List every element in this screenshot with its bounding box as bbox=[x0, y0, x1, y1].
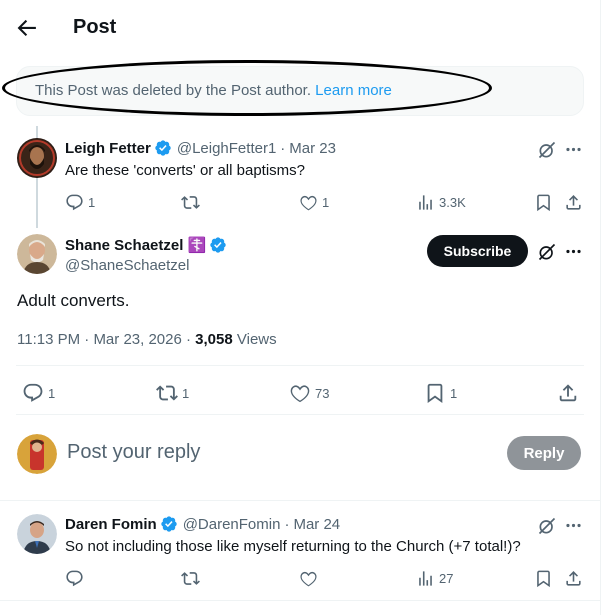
annotation-ellipse bbox=[2, 60, 492, 116]
author-name[interactable]: Leigh Fetter bbox=[65, 140, 151, 157]
verified-badge-icon bbox=[209, 236, 227, 254]
avatar bbox=[17, 434, 57, 474]
like-icon bbox=[299, 193, 318, 212]
verified-badge-icon bbox=[160, 515, 178, 533]
divider bbox=[0, 600, 600, 601]
post-text: So not including those like myself retur… bbox=[65, 538, 521, 555]
share-button[interactable] bbox=[564, 193, 583, 212]
repost-icon bbox=[181, 569, 200, 588]
author-handle[interactable]: @LeighFetter1 bbox=[177, 140, 276, 157]
column-border bbox=[600, 0, 601, 615]
author-handle[interactable]: @ShaneSchaetzel bbox=[65, 257, 189, 274]
reply-count: 1 bbox=[48, 385, 56, 401]
share-icon bbox=[557, 382, 579, 404]
reply-input[interactable]: Post your reply bbox=[67, 441, 200, 464]
main-post-text: Adult converts. bbox=[17, 291, 130, 310]
repost-icon bbox=[181, 193, 200, 212]
repost-button[interactable] bbox=[181, 569, 200, 588]
like-count: 1 bbox=[322, 195, 330, 210]
repost-icon bbox=[156, 382, 178, 404]
repost-button[interactable]: 1 bbox=[156, 382, 189, 404]
more-icon[interactable] bbox=[564, 140, 583, 159]
header: Post bbox=[0, 0, 600, 57]
page-title: Post bbox=[73, 16, 117, 38]
bookmark-icon bbox=[424, 382, 446, 404]
bookmark-count: 1 bbox=[450, 385, 458, 401]
views-count: 3,058 bbox=[195, 331, 233, 348]
subscribe-button[interactable]: Subscribe bbox=[427, 235, 528, 267]
main-post-header: Shane Schaetzel ☦️ bbox=[65, 236, 227, 254]
like-count: 73 bbox=[315, 385, 330, 401]
author-handle[interactable]: @DarenFomin bbox=[183, 516, 281, 533]
reply-count: 1 bbox=[88, 195, 96, 210]
divider bbox=[0, 500, 600, 501]
post-meta: 11:13 PM · Mar 23, 2026 · 3,058 Views bbox=[17, 331, 277, 348]
reply-button[interactable]: 1 bbox=[22, 382, 55, 404]
reply-icon bbox=[22, 382, 44, 404]
grok-icon[interactable] bbox=[537, 140, 557, 160]
reply-submit-button[interactable]: Reply bbox=[507, 436, 581, 470]
reply-button[interactable] bbox=[65, 569, 84, 588]
like-button[interactable]: 1 bbox=[299, 193, 329, 212]
avatar[interactable] bbox=[17, 234, 57, 274]
grok-icon[interactable] bbox=[537, 516, 557, 536]
separator: · bbox=[84, 331, 90, 348]
avatar[interactable] bbox=[17, 138, 57, 178]
bookmark-button[interactable] bbox=[534, 193, 553, 212]
reply-1-header: Leigh Fetter @LeighFetter1 · Mar 23 bbox=[65, 139, 336, 157]
share-button[interactable] bbox=[564, 569, 583, 588]
like-icon bbox=[299, 569, 318, 588]
bookmark-icon bbox=[534, 193, 553, 212]
reply-icon bbox=[65, 193, 84, 212]
author-name[interactable]: Shane Schaetzel ☦️ bbox=[65, 236, 206, 254]
avatar[interactable] bbox=[17, 514, 57, 554]
bookmark-icon bbox=[534, 569, 553, 588]
views-count: 3.3K bbox=[439, 195, 466, 210]
post-date[interactable]: Mar 24 bbox=[293, 516, 340, 533]
share-icon bbox=[564, 569, 583, 588]
verified-badge-icon bbox=[154, 139, 172, 157]
views-button[interactable]: 3.3K bbox=[416, 193, 466, 212]
back-arrow-icon[interactable] bbox=[14, 14, 42, 42]
post-date[interactable]: Mar 23, 2026 bbox=[93, 331, 181, 348]
like-button[interactable]: 73 bbox=[289, 382, 329, 404]
more-icon[interactable] bbox=[564, 516, 583, 535]
reply-2-header: Daren Fomin @DarenFomin · Mar 24 bbox=[65, 515, 340, 533]
author-name[interactable]: Daren Fomin bbox=[65, 516, 157, 533]
views-button[interactable]: 27 bbox=[416, 569, 453, 588]
repost-count: 1 bbox=[182, 385, 190, 401]
like-icon bbox=[289, 382, 311, 404]
post-time[interactable]: 11:13 PM bbox=[17, 331, 80, 348]
more-icon[interactable] bbox=[564, 242, 583, 261]
divider bbox=[16, 414, 584, 415]
bookmark-button[interactable] bbox=[534, 569, 553, 588]
separator: · bbox=[186, 331, 191, 348]
views-label: Views bbox=[236, 331, 277, 348]
grok-icon[interactable] bbox=[537, 242, 557, 262]
reply-icon bbox=[65, 569, 84, 588]
views-icon bbox=[416, 193, 435, 212]
share-icon bbox=[564, 193, 583, 212]
divider bbox=[16, 365, 584, 366]
bookmark-button[interactable]: 1 bbox=[424, 382, 457, 404]
separator: · bbox=[280, 139, 286, 157]
post-date[interactable]: Mar 23 bbox=[289, 140, 336, 157]
repost-button[interactable] bbox=[181, 193, 200, 212]
separator: · bbox=[284, 515, 290, 533]
like-button[interactable] bbox=[299, 569, 318, 588]
views-icon bbox=[416, 569, 435, 588]
share-button[interactable] bbox=[557, 382, 579, 404]
reply-button[interactable]: 1 bbox=[65, 193, 95, 212]
views-count: 27 bbox=[439, 571, 454, 586]
post-text: Are these 'converts' or all baptisms? bbox=[65, 162, 305, 179]
